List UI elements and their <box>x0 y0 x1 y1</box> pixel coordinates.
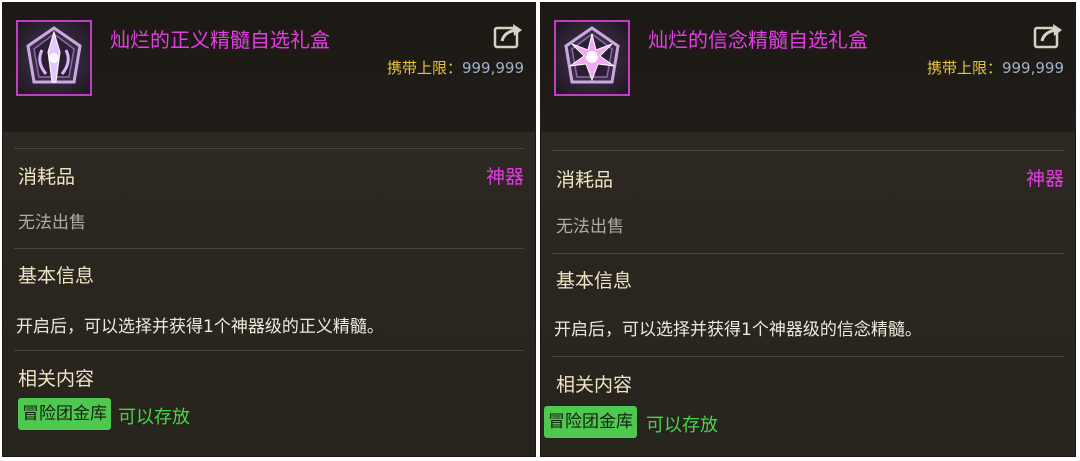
related-content-title: 相关内容 <box>556 374 633 396</box>
item-name: 灿烂的正义精髓自选礼盒 <box>110 28 330 52</box>
divider <box>14 350 524 351</box>
carry-limit-label: 携带上限： <box>926 59 1002 77</box>
basic-info-title: 基本信息 <box>18 265 95 287</box>
share-icon[interactable] <box>492 22 524 50</box>
adventure-vault-tag[interactable]: 冒险团金库 <box>544 406 637 438</box>
tooltip-header: 灿烂的信念精髓自选礼盒 携带上限：999,999 <box>540 2 1076 132</box>
item-tooltip-left: 灿烂的正义精髓自选礼盒 携带上限：999,999 消耗品 神器 无法出售 基本信… <box>2 2 536 457</box>
trade-restriction: 无法出售 <box>18 213 86 233</box>
carry-limit: 携带上限：999,999 <box>927 57 1064 78</box>
trade-restriction: 无法出售 <box>556 217 624 237</box>
storage-note: 可以存放 <box>118 407 190 428</box>
related-content-title: 相关内容 <box>18 368 95 390</box>
item-tooltip-right: 灿烂的信念精髓自选礼盒 携带上限：999,999 消耗品 神器 无法出售 基本信… <box>540 2 1076 457</box>
faith-essence-icon <box>554 20 630 96</box>
item-category: 消耗品 <box>18 166 76 188</box>
storage-note: 可以存放 <box>646 415 718 436</box>
carry-limit: 携带上限：999,999 <box>387 57 524 78</box>
item-description: 开启后，可以选择并获得1个神器级的正义精髓。 <box>16 317 384 337</box>
carry-limit-value: 999,999 <box>461 59 524 77</box>
share-icon[interactable] <box>1032 22 1064 50</box>
basic-info-title: 基本信息 <box>556 270 633 292</box>
item-category: 消耗品 <box>556 169 614 191</box>
divider <box>552 253 1064 254</box>
carry-limit-value: 999,999 <box>1001 59 1064 77</box>
item-grade: 神器 <box>1025 168 1064 190</box>
divider <box>552 150 1064 151</box>
tooltip-header: 灿烂的正义精髓自选礼盒 携带上限：999,999 <box>2 2 536 132</box>
carry-limit-label: 携带上限： <box>386 59 462 77</box>
item-grade: 神器 <box>485 166 524 188</box>
divider <box>552 356 1064 357</box>
divider <box>14 248 524 249</box>
adventure-vault-tag[interactable]: 冒险团金库 <box>18 398 111 430</box>
divider <box>14 148 524 149</box>
justice-essence-icon <box>16 20 92 96</box>
item-name: 灿烂的信念精髓自选礼盒 <box>648 28 868 52</box>
item-description: 开启后，可以选择并获得1个神器级的信念精髓。 <box>554 320 922 340</box>
